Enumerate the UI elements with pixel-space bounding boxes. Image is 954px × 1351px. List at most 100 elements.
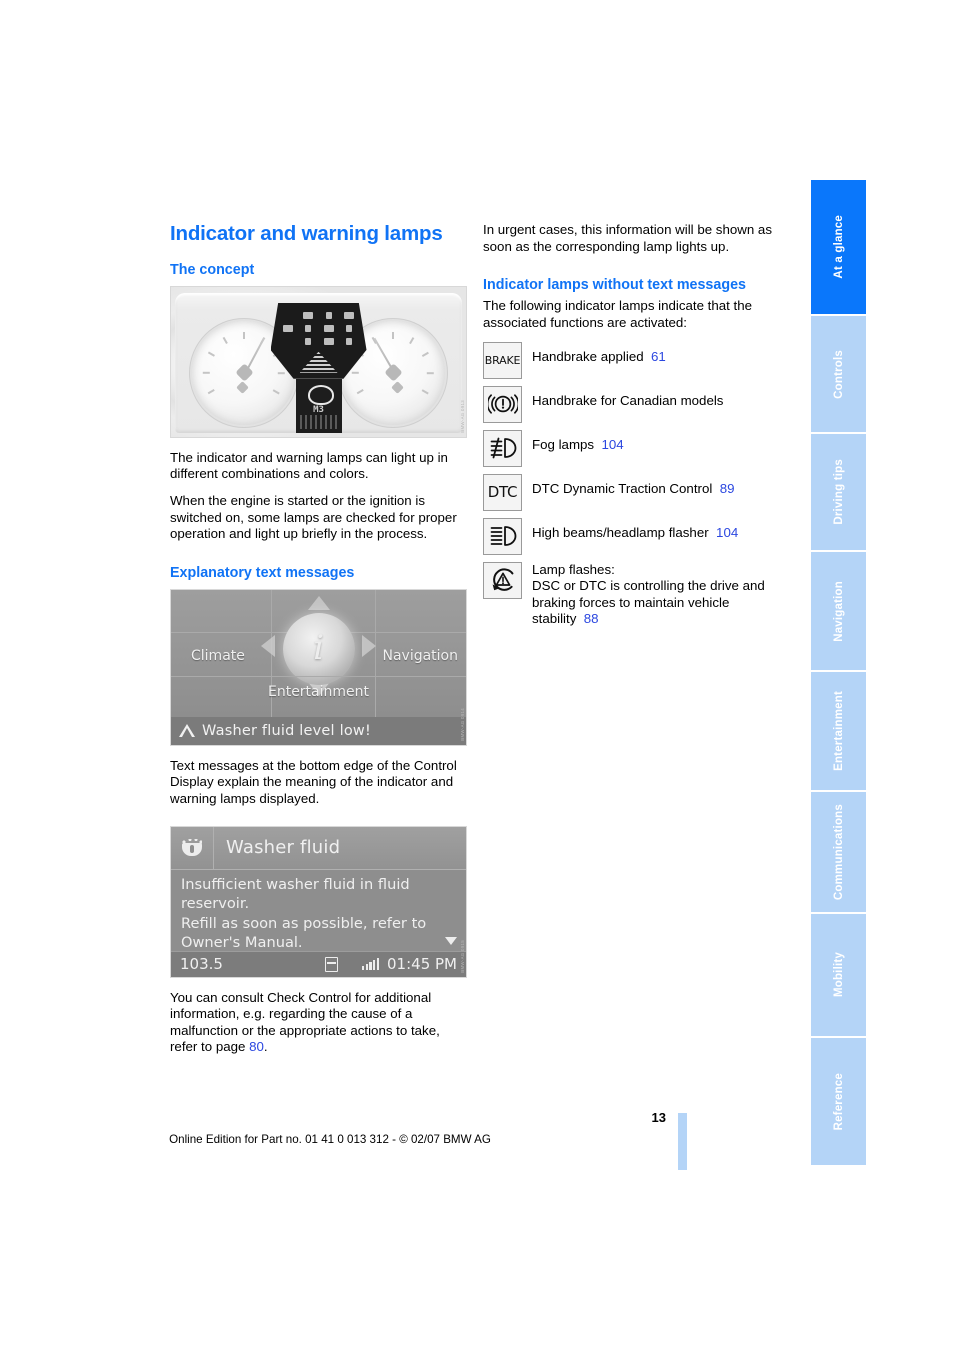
lamps-intro-paragraph: The following indicator lamps indicate t… <box>483 298 753 330</box>
footer-copyright-note: Online Edition for Part no. 01 41 0 013 … <box>169 1133 491 1146</box>
sidebar-tab-entertainment[interactable]: Entertainment <box>811 672 866 792</box>
lamp-row: Lamp flashes: DSC or DTC is controlling … <box>483 561 780 628</box>
lamp-page-ref[interactable]: 104 <box>716 525 738 540</box>
lamp-label-text: Handbrake applied <box>532 348 644 364</box>
lamp-label: Handbrake for Canadian models <box>532 386 723 410</box>
washer-fluid-icon-cell <box>171 826 214 869</box>
sidebar-tab-driving-tips[interactable]: Driving tips <box>811 434 866 552</box>
sidebar-tab-mobility[interactable]: Mobility <box>811 914 866 1038</box>
high-beam-lamp-icon <box>483 517 522 555</box>
figure-code: BMW-AG 0915 <box>460 939 465 973</box>
signal-strength-icon <box>362 958 380 971</box>
scroll-down-icon[interactable] <box>445 936 457 945</box>
telltale-icon <box>305 337 312 345</box>
heading-explanatory-text-messages: Explanatory text messages <box>170 564 355 581</box>
idrive-menu-climate: Climate <box>191 648 245 665</box>
figure-instrument-cluster: M3 BMW-AG 0913 <box>170 285 467 438</box>
sidebar-tab-communications[interactable]: Communications <box>811 792 866 914</box>
lamp-page-ref[interactable]: 61 <box>651 349 666 364</box>
lamp-label-text: Handbrake for Canadian models <box>532 392 724 408</box>
idrive-status-bar: Washer fluid level low! <box>171 716 466 745</box>
figure-idrive-main-menu: Climate Navigation Entertainment Washer … <box>170 588 467 746</box>
indicator-lamp-list: BRAKE Handbrake applied 61 Handbrake for… <box>483 341 780 628</box>
sidebar-tab-label: Reference <box>832 1072 845 1131</box>
figure-code: BMW-AG 0913 <box>460 399 465 433</box>
idrive-menu-grid: Climate Navigation Entertainment <box>171 589 466 717</box>
check-control-paragraph: You can consult Check Control for additi… <box>170 990 467 1056</box>
lamp-row: DTC DTC Dynamic Traction Control 89 <box>483 473 780 511</box>
telltale-icon <box>323 337 334 345</box>
page-number: 13 <box>651 1110 666 1125</box>
handbrake-canadian-lamp-icon <box>483 385 522 423</box>
arrow-right-icon <box>362 635 376 658</box>
washer-message-footer: 103.5 01:45 PM <box>171 950 466 977</box>
washer-message-header: Washer fluid <box>171 826 466 870</box>
sidebar-tab-label: Controls <box>832 349 845 399</box>
gear-indicator: M3 <box>313 404 324 415</box>
sidebar-tab-at-a-glance[interactable]: At a glance <box>811 180 866 316</box>
clock-time: 01:45 PM <box>387 955 457 974</box>
washer-reservoir-icon <box>182 842 202 856</box>
cluster-body: M3 <box>175 292 462 433</box>
dtc-word-label: DTC <box>487 483 518 502</box>
fog-lamp-icon <box>483 429 522 467</box>
lamp-label: DTC Dynamic Traction Control 89 <box>532 474 734 498</box>
heading-indicator-lamps-without-text-messages: Indicator lamps without text messages <box>483 277 746 294</box>
idrive-menu-entertainment: Entertainment <box>267 683 370 700</box>
sidebar-tab-navigation[interactable]: Navigation <box>811 552 866 672</box>
radio-frequency: 103.5 <box>180 955 223 974</box>
concept-paragraph-2: When the engine is started or the igniti… <box>170 492 457 542</box>
sidebar-tab-label: Entertainment <box>832 691 845 771</box>
lamp-label: High beams/headlamp flasher 104 <box>532 518 738 542</box>
telltale-icon <box>282 324 293 332</box>
figure-code: BMW-AG 0914 <box>460 708 465 741</box>
telltale-icon-grid <box>279 310 359 347</box>
telltale-icon <box>346 337 353 345</box>
washer-message-body: Insufficient washer fluid in fluid reser… <box>181 875 427 952</box>
explanatory-paragraph: Text messages at the bottom edge of the … <box>170 757 457 807</box>
sidebar-tab-label: Navigation <box>832 580 845 642</box>
telltale-icon <box>305 324 312 332</box>
sidebar-tab-controls[interactable]: Controls <box>811 316 866 434</box>
page-reference-80[interactable]: 80 <box>249 1039 264 1054</box>
brake-word-label: BRAKE <box>484 353 521 367</box>
sidebar-tab-label: Driving tips <box>832 459 845 525</box>
lamp-page-ref[interactable]: 89 <box>720 481 735 496</box>
telltale-icon <box>344 311 355 319</box>
lamp-label-text: Fog lamps <box>532 436 595 452</box>
concept-paragraph-1: The indicator and warning lamps can ligh… <box>170 449 448 482</box>
lamp-page-ref[interactable]: 88 <box>584 611 599 626</box>
washer-fluid-icon <box>180 838 204 857</box>
lamp-label: Lamp flashes: DSC or DTC is controlling … <box>532 562 780 628</box>
idrive-info-orb-icon <box>282 613 355 686</box>
lamp-page-ref[interactable]: 104 <box>601 437 623 452</box>
brake-word-lamp-icon: BRAKE <box>483 341 522 379</box>
check-control-text-pre: You can consult Check Control for additi… <box>170 989 440 1055</box>
lamp-label: Fog lamps 104 <box>532 430 624 454</box>
sidebar-tab-label: Mobility <box>832 952 845 998</box>
steering-wheel-icon <box>307 384 334 405</box>
washer-message-title: Washer fluid <box>226 837 341 859</box>
telltale-panel <box>270 302 367 379</box>
section-tab-sidebar: At a glance Controls Driving tips Naviga… <box>811 180 866 1167</box>
sidebar-tab-label: Communications <box>832 803 845 901</box>
left-column: Indicator and warning lamps The concept <box>170 222 467 1056</box>
lamp-label-text: Lamp flashes: DSC or DTC is controlling … <box>532 561 765 627</box>
cassette-icon <box>325 956 339 972</box>
heading-the-concept: The concept <box>170 261 255 278</box>
lamp-row: BRAKE Handbrake applied 61 <box>483 341 780 379</box>
idrive-menu-navigation: Navigation <box>382 648 458 665</box>
check-control-text-post: . <box>263 1039 268 1055</box>
idrive-status-message: Washer fluid level low! <box>202 722 371 739</box>
dsc-flashing-lamp-icon <box>483 561 522 599</box>
manual-page: Indicator and warning lamps The concept <box>0 0 954 1351</box>
telltale-icon <box>323 324 334 332</box>
arrow-up-icon <box>307 595 330 610</box>
telltale-icon <box>346 324 353 332</box>
figure-washer-fluid-message: Washer fluid Insufficient washer fluid i… <box>170 825 467 978</box>
telltale-triangle-icon <box>299 351 338 373</box>
lamp-row: Fog lamps 104 <box>483 429 780 467</box>
fuel-bar <box>299 414 338 429</box>
page-title: Indicator and warning lamps <box>170 222 443 245</box>
dtc-word-lamp-icon: DTC <box>483 473 522 511</box>
